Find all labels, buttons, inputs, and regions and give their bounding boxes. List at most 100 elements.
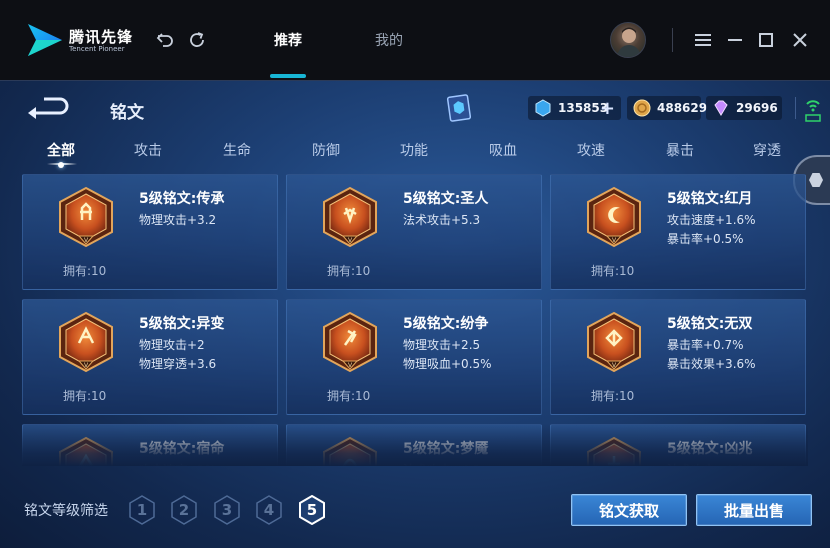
inscription-name: 5级铭文:无双 xyxy=(667,316,753,332)
title-bar: 腾讯先锋 Tencent Pioneer 推荐 我的 xyxy=(0,0,830,80)
inscription-panel: 铭文 135853 + 488629 29696 全部 攻击 生命 防御 功能 … xyxy=(0,80,830,548)
obtain-inscription-button[interactable]: 铭文获取 xyxy=(571,494,687,526)
inscription-card[interactable]: V 5级铭文:圣人 法术攻击+5.3 拥有:10 xyxy=(286,174,542,290)
level-filter-label: 铭文等级筛选 xyxy=(24,503,108,519)
inscription-card[interactable]: V 5级铭文:红月 攻击速度+1.6% 暴击率+0.5% 拥有:10 xyxy=(550,174,806,290)
inscription-card[interactable]: V 5级铭文:宿命攻击速度+1% xyxy=(22,424,278,466)
currency-gold: 488629 xyxy=(627,96,707,120)
category-tab-attack[interactable]: 攻击 xyxy=(134,140,162,160)
inscription-name: 5级铭文:凶兆 xyxy=(667,441,753,457)
undo-icon[interactable] xyxy=(153,28,177,52)
back-button[interactable] xyxy=(26,95,70,121)
inscription-emblem-icon: V xyxy=(57,311,115,373)
owned-count: 拥有:10 xyxy=(327,389,371,403)
titlebar-divider xyxy=(672,28,673,52)
category-tab-penetration[interactable]: 穿透 xyxy=(753,140,781,160)
hexagon-icon xyxy=(809,173,823,187)
inscription-stat: 物理穿透+3.6 xyxy=(139,357,217,371)
user-avatar[interactable] xyxy=(610,22,646,58)
purple-gem-icon xyxy=(714,100,728,116)
brand-subtitle: Tencent Pioneer xyxy=(69,45,125,53)
level-filter-1-label: 1 xyxy=(136,501,148,519)
close-icon[interactable] xyxy=(788,28,812,52)
inscription-card[interactable]: V 5级铭文:纷争 物理攻击+2.5 物理吸血+0.5% 拥有:10 xyxy=(286,299,542,415)
inscription-stat: 法术攻击+4.2 xyxy=(667,461,744,466)
inscription-stat: 暴击效果+3.6% xyxy=(667,357,756,371)
level-filter-2[interactable]: 2 xyxy=(171,495,197,525)
gold-value: 488629 xyxy=(657,101,708,115)
level-filter-3-label: 3 xyxy=(221,501,233,519)
inscription-name: 5级铭文:宿命 xyxy=(139,441,225,457)
inscription-book-icon[interactable] xyxy=(446,93,472,123)
inscription-card[interactable]: V 5级铭文:异变 物理攻击+2 物理穿透+3.6 拥有:10 xyxy=(22,299,278,415)
inscription-name: 5级铭文:异变 xyxy=(139,316,225,332)
inscription-emblem-icon: V xyxy=(57,436,115,466)
currency-coupon: 135853 + xyxy=(528,96,621,120)
inscription-card[interactable]: V 5级铭文:凶兆法术攻击+4.2 xyxy=(550,424,806,466)
inscription-stat: 法术攻击+5.3 xyxy=(403,213,481,227)
inscription-name: 5级铭文:圣人 xyxy=(403,191,489,207)
bulk-sell-button[interactable]: 批量出售 xyxy=(696,494,812,526)
owned-count: 拥有:10 xyxy=(591,389,635,403)
owned-count: 拥有:10 xyxy=(327,264,371,278)
inscription-emblem-icon: V xyxy=(321,436,379,466)
inscription-stat: 法术攻击+4.2 xyxy=(403,461,480,466)
category-tab-utility[interactable]: 功能 xyxy=(400,140,428,160)
brand-name: 腾讯先锋 xyxy=(69,28,134,46)
app-logo: 腾讯先锋 Tencent Pioneer xyxy=(24,22,134,58)
category-tab-defense[interactable]: 防御 xyxy=(312,140,340,160)
inscription-name: 5级铭文:红月 xyxy=(667,191,753,207)
menu-icon[interactable] xyxy=(691,28,715,52)
owned-count: 拥有:10 xyxy=(63,264,107,278)
maximize-icon[interactable] xyxy=(754,28,778,52)
inscription-name: 5级铭文:纷争 xyxy=(403,316,489,332)
category-tab-attack-speed[interactable]: 攻速 xyxy=(577,140,605,160)
inscription-name: 5级铭文:梦魇 xyxy=(403,441,489,457)
inscription-emblem-icon: V xyxy=(585,186,643,248)
currency-gem: 29696 xyxy=(706,96,782,120)
header-divider xyxy=(795,97,796,119)
level-filter-1[interactable]: 1 xyxy=(129,495,155,525)
inscription-emblem-icon: V xyxy=(321,311,379,373)
level-filter-4[interactable]: 4 xyxy=(256,495,282,525)
inscription-grid[interactable]: V 5级铭文:传承 物理攻击+3.2 拥有:10 V 5级铭文:圣人 法术攻击+5.3 拥有:… xyxy=(22,174,808,466)
inscription-stat: 暴击率+0.7% xyxy=(667,338,744,352)
inscription-card[interactable]: V 5级铭文:梦魇法术攻击+4.2 xyxy=(286,424,542,466)
inscription-stat: 攻击速度+1% xyxy=(139,461,216,466)
inscription-emblem-icon: V xyxy=(57,186,115,248)
refresh-icon[interactable] xyxy=(185,28,209,52)
play-logo-icon xyxy=(28,24,62,56)
inscription-name: 5级铭文:传承 xyxy=(139,191,225,207)
page-title: 铭文 xyxy=(110,103,144,123)
inscription-stat: 物理攻击+3.2 xyxy=(139,213,217,227)
level-filter-3[interactable]: 3 xyxy=(214,495,240,525)
inscription-emblem-icon: V xyxy=(585,436,643,466)
category-tab-all[interactable]: 全部 xyxy=(47,140,75,160)
level-filter-2-label: 2 xyxy=(178,501,190,519)
owned-count: 拥有:10 xyxy=(63,389,107,403)
active-tab-indicator xyxy=(270,74,306,78)
inscription-stat: 物理攻击+2 xyxy=(139,338,205,352)
tab-mine[interactable]: 我的 xyxy=(375,30,403,50)
inscription-stat: 物理攻击+2.5 xyxy=(403,338,481,352)
gold-coin-icon xyxy=(633,99,651,117)
inscription-stat: 物理吸血+0.5% xyxy=(403,357,492,371)
level-filter-4-label: 4 xyxy=(263,501,275,519)
category-tab-hp[interactable]: 生命 xyxy=(223,140,251,160)
inscription-card[interactable]: V 5级铭文:传承 物理攻击+3.2 拥有:10 xyxy=(22,174,278,290)
inscription-card[interactable]: V 5级铭文:无双 暴击率+0.7% 暴击效果+3.6% 拥有:10 xyxy=(550,299,806,415)
level-filter-5[interactable]: 5 xyxy=(299,495,325,525)
minimize-icon[interactable] xyxy=(723,28,747,52)
inscription-stat: 攻击速度+1.6% xyxy=(667,213,756,227)
inscription-emblem-icon: V xyxy=(321,186,379,248)
network-signal-icon xyxy=(805,100,821,122)
inscription-stat: 暴击率+0.5% xyxy=(667,232,744,246)
category-tab-lifesteal[interactable]: 吸血 xyxy=(489,140,517,160)
inscription-emblem-icon: V xyxy=(585,311,643,373)
category-tab-crit[interactable]: 暴击 xyxy=(666,140,694,160)
tab-recommend[interactable]: 推荐 xyxy=(274,30,302,50)
gem-value: 29696 xyxy=(736,101,778,115)
add-coupon-button[interactable]: + xyxy=(600,98,615,119)
owned-count: 拥有:10 xyxy=(591,264,635,278)
crystal-coupon-icon xyxy=(535,99,551,117)
